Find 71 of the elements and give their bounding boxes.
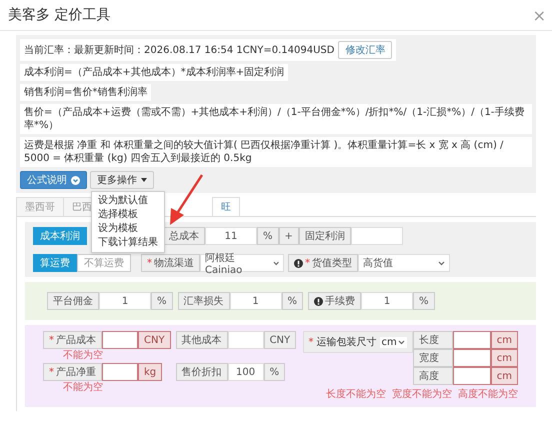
chevron-circle-icon bbox=[71, 176, 80, 184]
fixed-profit-input[interactable] bbox=[350, 227, 403, 245]
unit-label: CNY bbox=[138, 331, 171, 349]
required-asterisk: * bbox=[305, 258, 310, 268]
field-label: 总成本 bbox=[163, 227, 205, 245]
required-asterisk: * bbox=[49, 366, 54, 378]
error-message: 长度不能为空 bbox=[326, 388, 386, 401]
window-title: 美客多 定价工具 bbox=[8, 6, 110, 24]
pointer-arrow bbox=[168, 174, 204, 226]
field-label: 固定利润 bbox=[298, 227, 351, 245]
unit-label: cm bbox=[490, 349, 518, 367]
fee-input[interactable]: 1 bbox=[230, 292, 282, 310]
formula-text: 运费是根据 净重 和 体积重量之间的较大值计算( 巴西仅根据净重计算 )。体积重量计算=长 x 宽 x 高 (cm) / 5000 = 体积重量 (kg) 四舍五入到最接近的 0.5kg bbox=[20, 137, 532, 167]
field-label: 其他成本 bbox=[176, 331, 228, 349]
field-label: 平台佣金 bbox=[47, 292, 99, 310]
chevron-down-icon bbox=[398, 340, 405, 344]
formula-help-button[interactable]: 公式说明 bbox=[20, 171, 87, 189]
required-asterisk: * bbox=[308, 336, 314, 348]
dimension-input[interactable] bbox=[452, 367, 491, 385]
formula-text: 售价=（产品成本+运费（需或不需）+其他成本+利润）/（1-平台佣金*%）/折扣*%/（1-汇损*%）/（1-手续费率*%） bbox=[20, 104, 532, 134]
fee-input[interactable]: 1 bbox=[361, 292, 414, 310]
unit-label: kg bbox=[138, 363, 162, 381]
unit-label: CNY bbox=[264, 331, 296, 349]
formula-text: 销售利润=售价*销售利润率 bbox=[20, 84, 152, 101]
field-label: * 货值类型 bbox=[288, 254, 358, 272]
unit-label: % bbox=[151, 292, 173, 310]
required-asterisk: * bbox=[147, 258, 152, 268]
cost-input[interactable]: 100 bbox=[228, 363, 264, 381]
field-label: * 物流渠道 bbox=[141, 254, 200, 272]
unit-label: % bbox=[264, 363, 286, 381]
field-label: 手续费 bbox=[308, 292, 362, 310]
edit-rate-button[interactable]: 修改汇率 bbox=[338, 41, 392, 59]
channel-select[interactable]: 阿根廷Cainiao bbox=[200, 254, 284, 272]
field-label: 高度 bbox=[412, 367, 453, 385]
field-label: 售价折扣 bbox=[176, 363, 228, 381]
unit-label: cm bbox=[490, 367, 518, 385]
error-message: 宽度不能为空 bbox=[392, 388, 452, 401]
unit-label: % bbox=[257, 227, 279, 245]
fee-input[interactable]: 1 bbox=[99, 292, 151, 310]
cost-input[interactable] bbox=[102, 363, 138, 381]
menu-item[interactable]: 下载计算结果 bbox=[92, 236, 164, 250]
chevron-down-icon bbox=[272, 260, 279, 266]
size-label: 运输包装尺寸 bbox=[316, 336, 376, 349]
field-label: 宽度 bbox=[412, 349, 453, 367]
goods-type-select[interactable]: 高货值 bbox=[358, 254, 450, 272]
dimension-input[interactable] bbox=[452, 349, 491, 367]
field-label: 汇率损失 bbox=[178, 292, 230, 310]
more-actions-button[interactable]: 更多操作 bbox=[90, 171, 154, 189]
chevron-down-icon bbox=[438, 260, 445, 266]
rate-input[interactable]: 11 bbox=[205, 227, 257, 245]
field-label: * 产品净重 bbox=[43, 363, 102, 381]
exchange-rate-text: 当前汇率：最新更新时间：2026.08.17 16:54 1CNY=0.14094USD bbox=[24, 44, 334, 57]
field-label: 长度 bbox=[412, 331, 453, 349]
cost-input[interactable] bbox=[102, 331, 138, 349]
plus-label: + bbox=[278, 227, 299, 245]
error-message: 高度不能为空 bbox=[458, 388, 518, 401]
caret-icon bbox=[141, 178, 147, 182]
menu-item[interactable]: 设为模板 bbox=[92, 222, 164, 236]
error-message: 不能为空 bbox=[62, 382, 104, 394]
formula-text: 成本利润=（产品成本+其他成本）*成本利润率+固定利润 bbox=[20, 64, 288, 81]
unit-label: % bbox=[282, 292, 304, 310]
error-message: 不能为空 bbox=[62, 350, 104, 362]
info-icon bbox=[314, 296, 324, 306]
unit-select[interactable]: cm bbox=[380, 336, 407, 348]
info-icon bbox=[294, 258, 303, 268]
field-label: * 产品成本 bbox=[43, 331, 102, 349]
dimension-input[interactable] bbox=[452, 331, 491, 349]
unit-label: % bbox=[413, 292, 435, 310]
required-asterisk: * bbox=[49, 334, 54, 346]
unit-label: cm bbox=[490, 331, 518, 349]
country-tab[interactable]: 旺 bbox=[212, 197, 240, 216]
